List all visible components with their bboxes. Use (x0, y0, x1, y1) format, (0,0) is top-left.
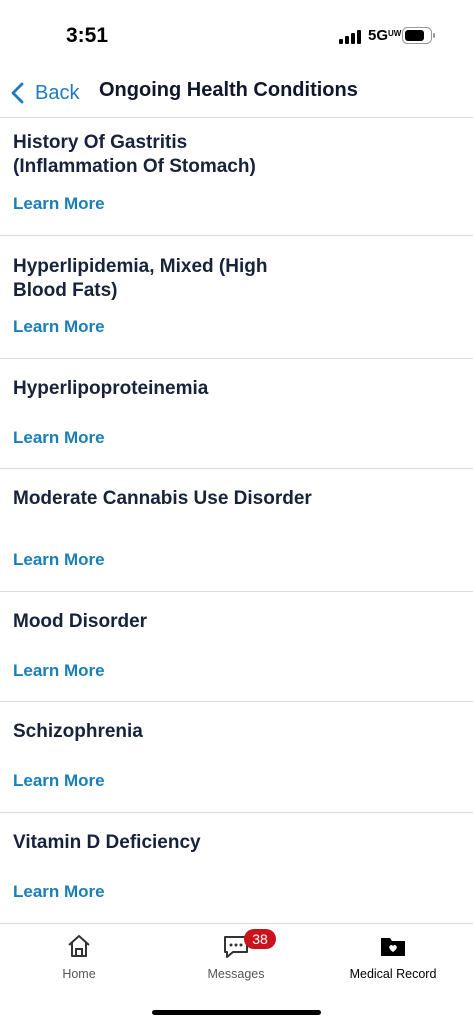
home-indicator[interactable] (152, 1010, 321, 1015)
tab-home[interactable]: Home (4, 932, 154, 981)
learn-more-link[interactable]: Learn More (13, 428, 105, 448)
tab-messages-label: Messages (207, 967, 265, 981)
tab-medical-record-label: Medical Record (349, 967, 437, 981)
network-type: 5G (368, 27, 389, 44)
back-label: Back (35, 81, 80, 104)
messages-badge: 38 (244, 929, 276, 949)
tab-messages[interactable]: Messages (161, 932, 311, 981)
learn-more-link[interactable]: Learn More (13, 550, 105, 570)
conditions-list: History Of Gastritis (Inflammation Of St… (0, 118, 473, 923)
list-item: Moderate Cannabis Use Disorder Learn Mor… (0, 469, 473, 592)
status-bar: 3:51 5GUW (0, 0, 473, 70)
signal-strength-icon (339, 30, 361, 44)
chevron-left-icon (11, 82, 24, 104)
list-item: Mood Disorder Learn More (0, 592, 473, 702)
condition-name: Moderate Cannabis Use Disorder (13, 488, 312, 509)
page-title: Ongoing Health Conditions (99, 79, 358, 101)
list-item: Vitamin D Deficiency Learn More (0, 813, 473, 923)
list-item: History Of Gastritis (Inflammation Of St… (0, 118, 473, 236)
condition-name: Schizophrenia (13, 721, 143, 742)
tab-medical-record[interactable]: Medical Record (318, 932, 468, 981)
list-item: Hyperlipoproteinemia Learn More (0, 359, 473, 469)
battery-icon (402, 27, 435, 44)
list-item: Schizophrenia Learn More (0, 702, 473, 813)
learn-more-link[interactable]: Learn More (13, 882, 105, 902)
list-item: Hyperlipidemia, Mixed (High Blood Fats) … (0, 236, 473, 359)
condition-name: Hyperlipidemia, Mixed (High Blood Fats) (13, 256, 268, 301)
navigation-bar: Back Ongoing Health Conditions (0, 70, 473, 118)
status-time: 3:51 (66, 24, 109, 47)
condition-name: Mood Disorder (13, 611, 148, 632)
learn-more-link[interactable]: Learn More (13, 661, 105, 681)
condition-name: Hyperlipoproteinemia (13, 378, 209, 399)
learn-more-link[interactable]: Learn More (13, 317, 105, 337)
network-indicator: 5GUW (368, 27, 401, 44)
tab-bar: Home Messages 38 Medical Record (0, 923, 473, 1024)
condition-name: History Of Gastritis (Inflammation Of St… (13, 132, 256, 177)
learn-more-link[interactable]: Learn More (13, 194, 105, 214)
tab-home-label: Home (62, 967, 96, 981)
learn-more-link[interactable]: Learn More (13, 771, 105, 791)
condition-name: Vitamin D Deficiency (13, 832, 201, 853)
network-suffix: UW (388, 29, 402, 38)
medical-record-folder-icon (381, 938, 405, 956)
home-icon (68, 935, 90, 957)
back-button[interactable]: Back (10, 78, 79, 108)
